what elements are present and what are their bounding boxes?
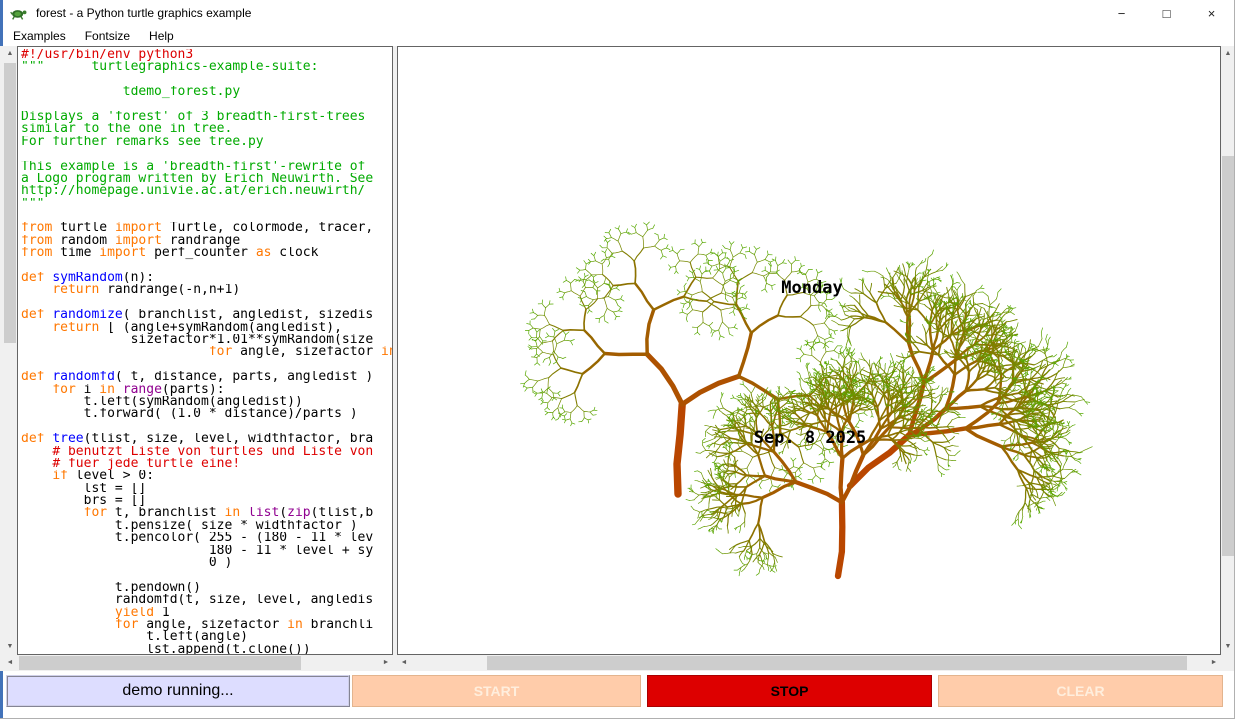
code-line bbox=[21, 210, 392, 222]
close-icon: × bbox=[1208, 7, 1216, 20]
code-line: sizefactor*1.01**symRandom(size bbox=[21, 334, 392, 346]
code-line: This example is a 'breadth-first'-rewrit… bbox=[21, 161, 392, 173]
tree-branches-left-tree-level-8 bbox=[605, 310, 778, 400]
window-title: forest - a Python turtle graphics exampl… bbox=[36, 6, 251, 20]
maximize-button[interactable]: □ bbox=[1144, 0, 1189, 26]
code-line: for t, branchlist in list(zip(tlist,b bbox=[21, 507, 392, 519]
code-line bbox=[21, 359, 392, 371]
code-line: from random import randrange bbox=[21, 235, 392, 247]
canvas-vertical-scrollbar[interactable]: ▲ ▼ bbox=[1221, 46, 1235, 655]
code-line: for angle, sizefactor in branchli bbox=[21, 619, 392, 631]
code-line bbox=[21, 569, 392, 581]
code-line: # benutzt Liste von turtles und Liste vo… bbox=[21, 446, 392, 458]
scroll-left-icon[interactable]: ◄ bbox=[397, 655, 411, 671]
scroll-up-icon[interactable]: ▲ bbox=[3, 46, 17, 62]
code-line: for angle, sizefactor in bbox=[21, 346, 392, 358]
menu-bar: Examples Fontsize Help bbox=[3, 26, 1234, 46]
clear-button[interactable]: CLEAR bbox=[938, 675, 1223, 707]
code-line: 0 ) bbox=[21, 557, 392, 569]
code-line: return [ (angle+symRandom(angledist), bbox=[21, 322, 392, 334]
code-line bbox=[21, 99, 392, 111]
code-line: """ bbox=[21, 198, 392, 210]
code-line: if level > 0: bbox=[21, 470, 392, 482]
scroll-right-icon[interactable]: ► bbox=[1207, 655, 1221, 671]
code-line: t.pencolor( 255 - (180 - 11 * lev bbox=[21, 532, 392, 544]
tree-branches-left-tree-level-9 bbox=[647, 354, 738, 404]
tree-branches-center-tree-level-10 bbox=[838, 502, 842, 576]
code-hscroll-thumb[interactable] bbox=[19, 656, 301, 670]
code-line: #!/usr/bin/env python3 bbox=[21, 49, 392, 61]
code-line: http://homepage.univie.ac.at/erich.neuwi… bbox=[21, 185, 392, 197]
code-line: def symRandom(n): bbox=[21, 272, 392, 284]
code-line: from time import perf_counter as clock bbox=[21, 247, 392, 259]
scroll-down-icon[interactable]: ▼ bbox=[3, 639, 17, 655]
canvas-horizontal-scrollbar[interactable]: ◄ ► bbox=[397, 655, 1221, 671]
forest-drawing bbox=[398, 47, 1220, 654]
menu-help[interactable]: Help bbox=[140, 27, 183, 45]
code-line: def tree(tlist, size, level, widthfactor… bbox=[21, 433, 392, 445]
code-line bbox=[21, 421, 392, 433]
code-line bbox=[21, 260, 392, 272]
code-line bbox=[21, 74, 392, 86]
menu-examples[interactable]: Examples bbox=[4, 27, 75, 45]
turtle-canvas[interactable]: Monday Sep. 8 2025 bbox=[397, 46, 1221, 655]
maximize-icon: □ bbox=[1163, 7, 1171, 20]
code-line: t.left(symRandom(angledist)) bbox=[21, 396, 392, 408]
code-line: for i in range(parts): bbox=[21, 384, 392, 396]
code-line bbox=[21, 297, 392, 309]
menu-fontsize[interactable]: Fontsize bbox=[76, 27, 139, 45]
code-line: For further remarks see tree.py bbox=[21, 136, 392, 148]
code-line: def randomfd( t, distance, parts, angled… bbox=[21, 371, 392, 383]
canvas-vscroll-thumb[interactable] bbox=[1222, 156, 1234, 556]
code-line: similar to the one in tree. bbox=[21, 123, 392, 135]
tree-branches-left-tree-level-10 bbox=[677, 404, 682, 494]
minimize-button[interactable]: − bbox=[1099, 0, 1144, 26]
code-line: return randrange(-n,n+1) bbox=[21, 284, 392, 296]
code-line: Displays a 'forest' of 3 breadth-first-t… bbox=[21, 111, 392, 123]
code-line: 180 - 11 * level + sy bbox=[21, 545, 392, 557]
scroll-left-icon[interactable]: ◄ bbox=[3, 655, 17, 671]
code-line: t.forward( (1.0 * distance)/parts ) bbox=[21, 408, 392, 420]
code-vscroll-thumb[interactable] bbox=[4, 63, 16, 343]
scroll-up-icon[interactable]: ▲ bbox=[1221, 46, 1235, 62]
code-line: brs = [] bbox=[21, 495, 392, 507]
code-vertical-scrollbar[interactable]: ▲ ▼ bbox=[3, 46, 17, 655]
code-horizontal-scrollbar[interactable]: ◄ ► bbox=[3, 655, 393, 671]
stop-button[interactable]: STOP bbox=[647, 675, 932, 707]
code-viewer[interactable]: #!/usr/bin/env python3""" turtlegraphics… bbox=[17, 46, 393, 655]
bottom-bar: demo running... START STOP CLEAR bbox=[3, 671, 1234, 719]
code-line: from turtle import Turtle, colormode, tr… bbox=[21, 222, 392, 234]
canvas-hscroll-thumb[interactable] bbox=[487, 656, 1187, 670]
canvas-label: Sep. 8 2025 bbox=[754, 428, 867, 448]
code-line: # fuer jede turtle eine! bbox=[21, 458, 392, 470]
title-bar[interactable]: forest - a Python turtle graphics exampl… bbox=[3, 0, 1234, 26]
code-line: randomfd(t, size, level, angledis bbox=[21, 594, 392, 606]
tree-branches-right-tree-level-2 bbox=[831, 254, 1093, 525]
code-line: """ turtlegraphics-example-suite: bbox=[21, 61, 392, 73]
code-line: t.pendown() bbox=[21, 582, 392, 594]
scroll-right-icon[interactable]: ► bbox=[379, 655, 393, 671]
tree-branches-left-tree-level-2 bbox=[525, 225, 864, 491]
code-line bbox=[21, 148, 392, 160]
code-line: t.pensize( size * widthfactor ) bbox=[21, 520, 392, 532]
code-line: tdemo_forest.py bbox=[21, 86, 392, 98]
status-label: demo running... bbox=[6, 675, 350, 707]
code-line: def randomize( branchlist, angledist, si… bbox=[21, 309, 392, 321]
window-controls: − □ × bbox=[1099, 0, 1234, 26]
canvas-label: Monday bbox=[781, 278, 842, 298]
start-button[interactable]: START bbox=[352, 675, 641, 707]
close-button[interactable]: × bbox=[1189, 0, 1234, 26]
scroll-down-icon[interactable]: ▼ bbox=[1221, 639, 1235, 655]
turtle-icon bbox=[10, 6, 28, 21]
code-line: lst = [] bbox=[21, 483, 392, 495]
scrollbar-corner bbox=[1221, 655, 1235, 671]
minimize-icon: − bbox=[1118, 7, 1126, 20]
code-line: lst.append(t.clone()) bbox=[21, 644, 392, 655]
code-text: #!/usr/bin/env python3""" turtlegraphics… bbox=[18, 47, 392, 655]
app-window: forest - a Python turtle graphics exampl… bbox=[0, 0, 1235, 719]
code-line: a Logo program written by Erich Neuwirth… bbox=[21, 173, 392, 185]
code-line: t.left(angle) bbox=[21, 631, 392, 643]
code-line: yield 1 bbox=[21, 607, 392, 619]
